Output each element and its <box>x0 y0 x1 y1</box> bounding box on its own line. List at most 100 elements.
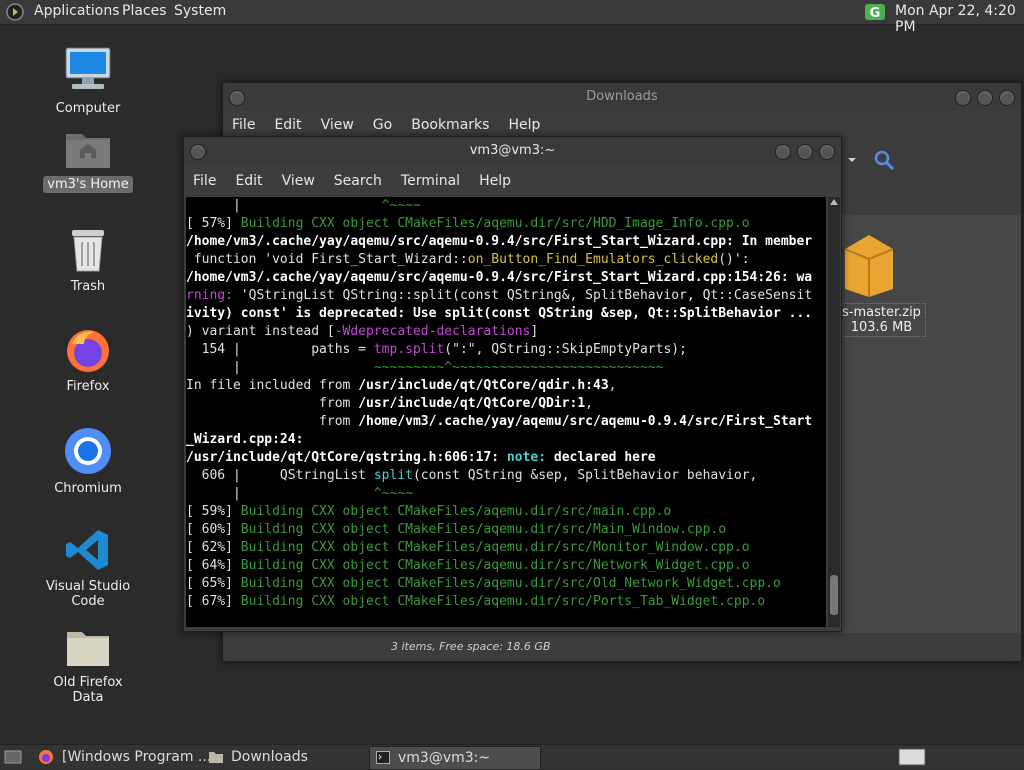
minimize-button[interactable] <box>955 90 971 106</box>
file-manager-toolbar <box>843 141 1021 215</box>
scroll-thumb[interactable] <box>830 575 838 615</box>
taskbar: [Windows Program ... Downloads vm3@vm3:~ <box>0 744 1024 770</box>
menu-file[interactable]: File <box>223 113 265 133</box>
menu-file[interactable]: File <box>184 169 226 189</box>
terminal-line: [ 62%] Building CXX object CMakeFiles/aq… <box>186 540 750 555</box>
file-item-label[interactable]: s-master.zip 103.6 MB <box>837 303 926 337</box>
terminal-line: | ^~~~~ <box>186 486 413 501</box>
window-title: vm3@vm3:~ <box>469 143 556 158</box>
computer-icon <box>65 47 111 89</box>
menu-applications[interactable]: Applications <box>34 3 120 19</box>
terminal-window[interactable]: vm3@vm3:~ File Edit View Search Terminal Help… <box>183 136 842 632</box>
menu-view[interactable]: View <box>273 169 325 189</box>
desktop-icon-label: Trash <box>70 279 106 294</box>
show-desktop-icon[interactable] <box>4 750 22 764</box>
terminal-line: 606 | QStringList split(const QString &s… <box>186 468 758 483</box>
svg-text:G: G <box>870 6 881 21</box>
file-manager-titlebar[interactable]: Downloads <box>223 83 1021 111</box>
desktop-icon-firefox[interactable]: Firefox <box>33 326 143 395</box>
desktop-icon-computer[interactable]: Computer <box>33 44 143 117</box>
terminal-line: function 'void First_Start_Wizard::on_Bu… <box>186 252 750 267</box>
firefox-icon <box>67 330 109 372</box>
workspace-switcher-icon[interactable] <box>898 748 926 766</box>
menu-system[interactable]: System <box>174 3 226 19</box>
folder-icon <box>209 752 223 763</box>
terminal-line: [ 65%] Building CXX object CMakeFiles/aq… <box>186 576 781 591</box>
terminal-scrollbar[interactable] <box>828 197 840 627</box>
terminal-line: from /usr/include/qt/QtCore/QDir:1, <box>186 396 593 411</box>
desktop-icon-label: vm3's Home <box>43 176 133 193</box>
desktop-icon-vscode[interactable]: Visual Studio Code <box>33 526 143 610</box>
window-menu-button[interactable] <box>190 144 206 160</box>
desktop-icon-chromium[interactable]: Chromium <box>33 426 143 497</box>
terminal-line: In file included from /usr/include/qt/Qt… <box>186 378 617 393</box>
terminal-line: | ~~~~~~~~~^~~~~~~~~~~~~~~~~~~~~~~~~~~~ <box>186 360 664 375</box>
terminal-titlebar[interactable]: vm3@vm3:~ <box>184 137 841 165</box>
menu-edit[interactable]: Edit <box>265 113 311 133</box>
terminal-line: _Wizard.cpp:24: <box>186 432 304 447</box>
task-windows-program[interactable]: [Windows Program ... <box>62 745 211 769</box>
firefox-icon <box>39 750 53 764</box>
desktop-icon-home[interactable]: vm3's Home <box>33 126 143 193</box>
desktop-icon-label: Computer <box>55 101 121 116</box>
terminal-output[interactable]: | ^~~~~ [ 57%] Building CXX object CMakeF… <box>186 197 826 627</box>
search-icon[interactable] <box>873 149 895 171</box>
distro-logo-icon[interactable] <box>6 3 24 21</box>
archive-file-icon[interactable] <box>839 229 899 299</box>
vscode-icon <box>66 530 108 570</box>
chromium-icon <box>65 428 111 474</box>
status-bar: 3 items, Free space: 18.6 GB <box>389 633 1021 661</box>
terminal-line: from /home/vm3/.cache/yay/aqemu/src/aqem… <box>186 414 813 429</box>
menu-search[interactable]: Search <box>325 169 392 189</box>
status-text: 3 items, Free space: 18.6 GB <box>391 640 551 653</box>
menu-places[interactable]: Places <box>122 3 167 19</box>
window-menu-button[interactable] <box>229 90 245 106</box>
close-button[interactable] <box>819 144 835 160</box>
file-size: 103.6 MB <box>850 320 913 335</box>
terminal-line: ) variant instead [-Wdeprecated-declarat… <box>186 324 539 339</box>
menu-bookmarks[interactable]: Bookmarks <box>402 113 499 133</box>
menu-help[interactable]: Help <box>499 113 550 133</box>
menu-edit[interactable]: Edit <box>226 169 272 189</box>
maximize-button[interactable] <box>977 90 993 106</box>
desktop-icon-label: Chromium <box>54 481 122 496</box>
update-notifier-icon[interactable]: G <box>864 3 886 21</box>
clock[interactable]: Mon Apr 22, 4:20 PM <box>895 3 1024 35</box>
terminal-line: 154 | paths = tmp.split(":", QString::Sk… <box>186 342 687 357</box>
terminal-line: [ 57%] Building CXX object CMakeFiles/aq… <box>186 216 750 231</box>
terminal-line: /home/vm3/.cache/yay/aqemu/src/aqemu-0.9… <box>186 270 813 285</box>
task-downloads[interactable]: Downloads <box>231 745 308 769</box>
task-label: vm3@vm3:~ <box>398 750 491 766</box>
maximize-button[interactable] <box>797 144 813 160</box>
minimize-button[interactable] <box>775 144 791 160</box>
terminal-menubar: File Edit View Search Terminal Help <box>184 169 841 195</box>
terminal-line: [ 60%] Building CXX object CMakeFiles/aq… <box>186 522 727 537</box>
desktop-icon-old-firefox-data[interactable]: Old Firefox Data <box>33 626 143 706</box>
terminal-line: [ 64%] Building CXX object CMakeFiles/aq… <box>186 558 750 573</box>
scroll-up-icon[interactable] <box>830 199 838 205</box>
terminal-line: ivity) const' is deprecated: Use split(c… <box>186 306 813 321</box>
desktop-icon-label: Visual Studio Code <box>45 579 131 609</box>
desktop-icon-trash[interactable]: Trash <box>33 226 143 295</box>
terminal-line: rning: 'QStringList QString::split(const… <box>186 288 813 303</box>
terminal-line: /usr/include/qt/QtCore/qstring.h:606:17:… <box>186 450 656 465</box>
terminal-line: [ 67%] Building CXX object CMakeFiles/aq… <box>186 594 766 609</box>
trash-icon <box>72 230 104 272</box>
close-button[interactable] <box>999 90 1015 106</box>
chevron-down-icon[interactable] <box>847 155 857 165</box>
menu-help[interactable]: Help <box>470 169 521 189</box>
desktop-icon-label: Old Firefox Data <box>53 675 123 705</box>
desktop-icon-label: Firefox <box>66 379 110 394</box>
terminal-icon <box>376 751 390 764</box>
folder-icon <box>67 632 109 666</box>
terminal-line: [ 59%] Building CXX object CMakeFiles/aq… <box>186 504 672 519</box>
terminal-line: | ^~~~~ <box>186 198 421 213</box>
file-name: s-master.zip <box>842 305 921 320</box>
menu-terminal[interactable]: Terminal <box>392 169 470 189</box>
task-terminal-active[interactable]: vm3@vm3:~ <box>369 746 541 770</box>
file-view[interactable]: s-master.zip 103.6 MB <box>829 215 1021 633</box>
terminal-line: /home/vm3/.cache/yay/aqemu/src/aqemu-0.9… <box>186 234 813 249</box>
menu-view[interactable]: View <box>312 113 364 133</box>
menu-go[interactable]: Go <box>364 113 402 133</box>
window-title: Downloads <box>586 89 658 104</box>
